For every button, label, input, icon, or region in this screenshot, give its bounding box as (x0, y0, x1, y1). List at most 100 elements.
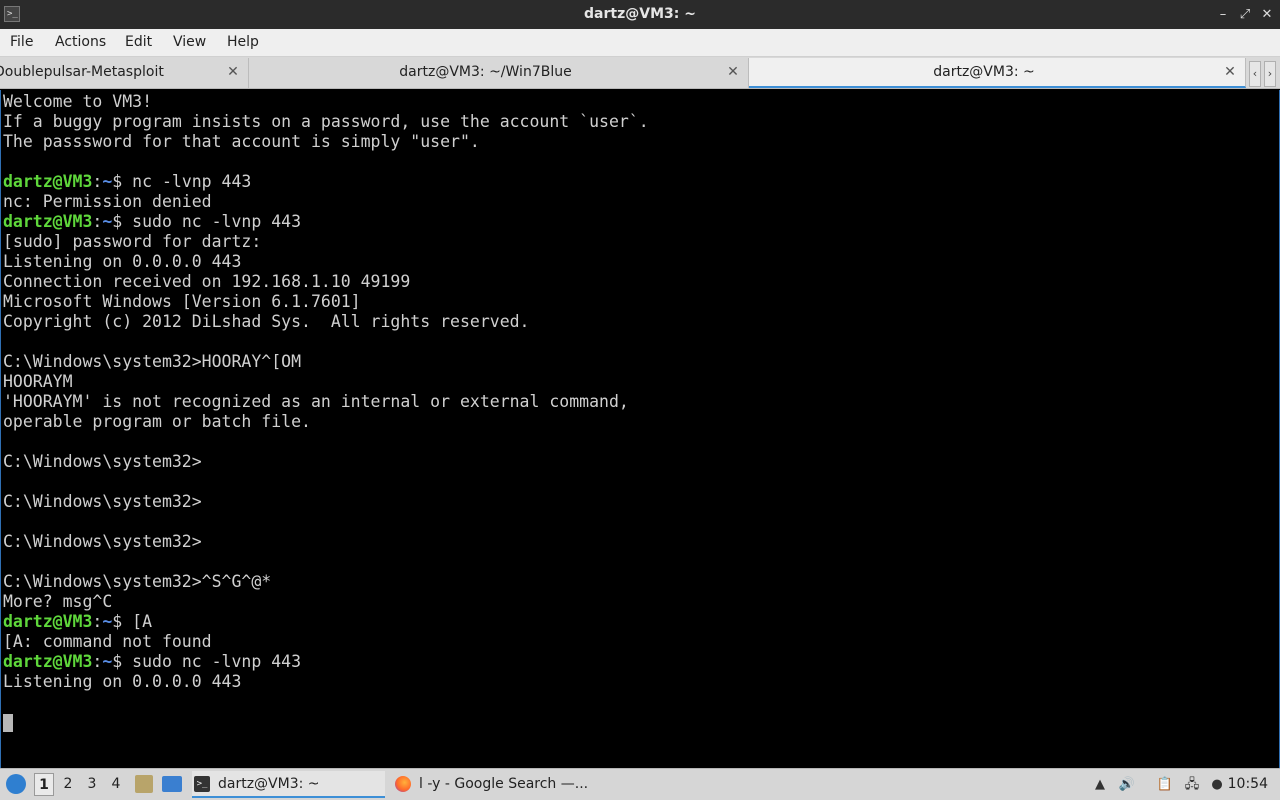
terminal-line: C:\Windows\system32>^S^G^@* (3, 572, 1279, 592)
tab-close-icon[interactable]: ✕ (226, 65, 240, 79)
tab-close-icon[interactable]: ✕ (726, 65, 740, 79)
terminal-line: C:\Windows\system32> (3, 452, 1279, 472)
desktop-3[interactable]: 3 (82, 773, 102, 796)
terminal-line (3, 712, 1279, 732)
line-text: $ sudo nc -lvnp 443 (112, 652, 302, 671)
task-label: l -y - Google Search —... (419, 776, 589, 792)
prompt-path: ~ (102, 212, 113, 231)
clock: 10:54 (1227, 776, 1268, 792)
line-text: nc: Permission denied (3, 192, 212, 211)
line-text: If a buggy program insists on a password… (3, 112, 649, 131)
terminal-line: dartz@VM3:~$ sudo nc -lvnp 443 (3, 652, 1279, 672)
prompt-user: dartz@VM3 (3, 612, 93, 631)
tab-label: dartz@VM3: ~ (933, 64, 1035, 80)
terminal-line: C:\Windows\system32> (3, 492, 1279, 512)
terminal-line: operable program or batch file. (3, 412, 1279, 432)
prompt-separator: : (92, 612, 103, 631)
restore-button[interactable]: ⤢ (1236, 6, 1254, 24)
terminal-line: [A: command not found (3, 632, 1279, 652)
terminal-line: More? msg^C (3, 592, 1279, 612)
tab-scroll-left-button[interactable]: ‹ (1249, 61, 1261, 87)
line-text: Welcome to VM3! (3, 92, 153, 111)
menu-help[interactable]: Help (227, 29, 259, 56)
terminal-line: HOORAYM (3, 372, 1279, 392)
line-text: Copyright (c) 2012 DiLshad Sys. All righ… (3, 312, 530, 331)
terminal-view[interactable]: Welcome to VM3! If a buggy program insist… (0, 90, 1280, 768)
terminal-line: Listening on 0.0.0.0 443 (3, 672, 1279, 692)
tab-doublepulsar[interactable]: Doublepulsar-Metasploit ✕ (0, 58, 249, 88)
window-title: dartz@VM3: ~ (584, 6, 696, 22)
terminal-icon: >_ (194, 776, 210, 792)
line-text: More? msg^C (3, 592, 113, 611)
terminal-line: dartz@VM3:~$ [A (3, 612, 1279, 632)
network-icon[interactable]: 🖧 (1182, 773, 1202, 797)
terminal-line: nc: Permission denied (3, 192, 1279, 212)
prompt-user: dartz@VM3 (3, 652, 93, 671)
notification-icon[interactable]: ● (1207, 773, 1227, 797)
terminal-line: dartz@VM3:~$ nc -lvnp 443 (3, 172, 1279, 192)
menu-view[interactable]: View (173, 29, 206, 56)
terminal-line: If a buggy program insists on a password… (3, 112, 1279, 132)
minimize-button[interactable]: – (1214, 6, 1232, 24)
tab-bar: Doublepulsar-Metasploit ✕ dartz@VM3: ~/W… (0, 57, 1280, 89)
tray-expand-icon[interactable]: ▲ (1090, 773, 1110, 797)
task-firefox[interactable]: l -y - Google Search —... (393, 771, 593, 798)
window-titlebar: >_ dartz@VM3: ~ – ⤢ ✕ (0, 0, 1280, 29)
desktop-4[interactable]: 4 (106, 773, 126, 796)
line-text: C:\Windows\system32> (3, 452, 202, 471)
menu-edit[interactable]: Edit (125, 29, 152, 56)
app-menu-icon[interactable] (6, 774, 26, 794)
tab-scroll-right-button[interactable]: › (1264, 61, 1276, 87)
desktop-2[interactable]: 2 (58, 773, 78, 796)
terminal-line: Microsoft Windows [Version 6.1.7601] (3, 292, 1279, 312)
tab-close-icon[interactable]: ✕ (1223, 65, 1237, 79)
prompt-separator: : (92, 172, 103, 191)
firefox-icon (395, 776, 411, 792)
task-terminal[interactable]: >_ dartz@VM3: ~ (192, 771, 385, 798)
line-text: Microsoft Windows [Version 6.1.7601] (3, 292, 361, 311)
window-controls: – ⤢ ✕ (1214, 0, 1276, 29)
terminal-line: 'HOORAYM' is not recognized as an intern… (3, 392, 1279, 412)
line-text: $ sudo nc -lvnp 443 (112, 212, 302, 231)
tab-label: Doublepulsar-Metasploit (0, 64, 164, 80)
taskbar: 1 2 3 4 >_ dartz@VM3: ~ l -y - Google Se… (0, 768, 1280, 800)
line-text: [A: command not found (3, 632, 212, 651)
close-button[interactable]: ✕ (1258, 6, 1276, 24)
terminal-cursor (3, 713, 13, 732)
prompt-path: ~ (102, 172, 113, 191)
file-manager-icon[interactable] (135, 775, 153, 793)
show-desktop-icon[interactable] (162, 776, 182, 792)
prompt-path: ~ (102, 652, 113, 671)
line-text: $ [A (112, 612, 153, 631)
volume-icon[interactable]: 🔊 (1117, 773, 1137, 797)
terminal-line: Listening on 0.0.0.0 443 (3, 252, 1279, 272)
tab-win7blue[interactable]: dartz@VM3: ~/Win7Blue ✕ (249, 58, 749, 88)
terminal-line: C:\Windows\system32> (3, 532, 1279, 552)
line-text: C:\Windows\system32> (3, 532, 202, 551)
menu-actions[interactable]: Actions (55, 29, 106, 56)
terminal-line: Copyright (c) 2012 DiLshad Sys. All righ… (3, 312, 1279, 332)
clipboard-icon[interactable]: 📋 (1155, 773, 1175, 797)
terminal-line: dartz@VM3:~$ sudo nc -lvnp 443 (3, 212, 1279, 232)
prompt-path: ~ (102, 612, 113, 631)
tab-home[interactable]: dartz@VM3: ~ ✕ (749, 58, 1246, 88)
terminal-line: Connection received on 192.168.1.10 4919… (3, 272, 1279, 292)
prompt-separator: : (92, 212, 103, 231)
desktop-1[interactable]: 1 (34, 773, 54, 796)
menu-file[interactable]: File (10, 29, 33, 56)
terminal-line: C:\Windows\system32>HOORAY^[OM (3, 352, 1279, 372)
line-text: Listening on 0.0.0.0 443 (3, 672, 242, 691)
terminal-line: Welcome to VM3! (3, 92, 1279, 112)
line-text: 'HOORAYM' is not recognized as an intern… (3, 392, 629, 411)
line-text: Connection received on 192.168.1.10 4919… (3, 272, 411, 291)
task-label: dartz@VM3: ~ (218, 776, 320, 792)
prompt-separator: : (92, 652, 103, 671)
line-text: HOORAYM (3, 372, 73, 391)
line-text: $ nc -lvnp 443 (112, 172, 252, 191)
